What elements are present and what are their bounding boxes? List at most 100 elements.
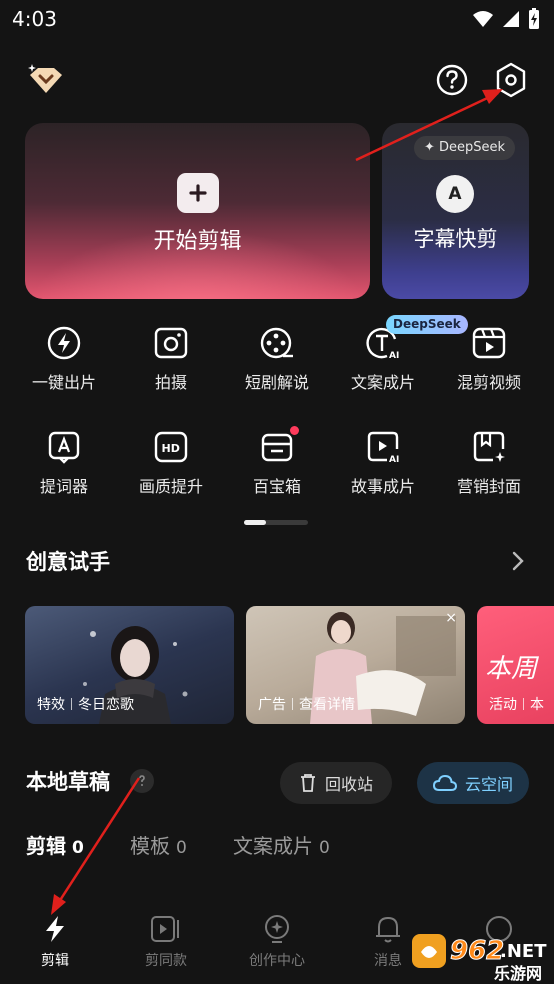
banner-tag-title: 冬日恋歌 bbox=[78, 697, 134, 713]
deepseek-pill: ✦ DeepSeek bbox=[414, 136, 516, 160]
banner-tag-title: 本 bbox=[530, 697, 544, 713]
trash-icon bbox=[300, 774, 315, 792]
cloud-icon bbox=[432, 774, 457, 791]
subtitle-a-icon: A bbox=[436, 175, 474, 213]
recycle-bin-label: 回收站 bbox=[324, 775, 373, 794]
film-reel-icon bbox=[260, 327, 293, 359]
tool-one-click[interactable]: 一键出片 bbox=[9, 325, 119, 393]
banner-close-icon[interactable]: × bbox=[445, 610, 457, 626]
subtitle-quick-edit-label: 字幕快剪 bbox=[413, 227, 498, 251]
nav-same-template[interactable]: 剪同款 bbox=[116, 914, 216, 970]
subtitle-quick-edit-card[interactable]: ✦ DeepSeek A 字幕快剪 bbox=[382, 123, 529, 299]
banner-tag: 特效 冬日恋歌 bbox=[37, 694, 134, 714]
drafts-help-icon[interactable] bbox=[130, 769, 154, 793]
tool-mix-video[interactable]: 混剪视频 bbox=[434, 325, 544, 393]
tab-text-video[interactable]: 文案成片 0 bbox=[233, 830, 330, 859]
tool-label: 拍摄 bbox=[154, 373, 187, 392]
pager-active bbox=[244, 520, 266, 525]
plus-icon bbox=[177, 173, 219, 213]
banner-tag-type: 活动 bbox=[489, 697, 517, 713]
battery-icon bbox=[529, 8, 539, 29]
vip-diamond-icon[interactable] bbox=[26, 60, 66, 100]
watermark-suffix: .NET bbox=[500, 941, 547, 962]
toolbox-icon bbox=[261, 433, 293, 462]
settings-gear-icon[interactable] bbox=[492, 60, 530, 100]
svg-text:HD: HD bbox=[162, 442, 180, 455]
teleprompter-icon bbox=[48, 431, 80, 464]
watermark-sub: 乐游网 bbox=[494, 964, 542, 983]
video-clip-icon bbox=[472, 327, 506, 359]
signal-icon bbox=[503, 11, 519, 27]
tab-label: 文案成片 bbox=[233, 834, 313, 858]
tool-toolbox[interactable]: 百宝箱 bbox=[222, 429, 332, 497]
tool-teleprompter[interactable]: 提词器 bbox=[9, 429, 119, 497]
tool-quality-boost[interactable]: HD 画质提升 bbox=[116, 429, 226, 497]
tool-label: 故事成片 bbox=[350, 477, 415, 496]
tool-label: 文案成片 bbox=[350, 373, 415, 392]
tab-count: 0 bbox=[176, 838, 187, 858]
cloud-space-button[interactable]: 云空间 bbox=[417, 762, 529, 804]
start-editing-card[interactable]: 开始剪辑 bbox=[25, 123, 370, 299]
tool-camera[interactable]: 拍摄 bbox=[116, 325, 226, 393]
lightning-circle-icon bbox=[47, 326, 81, 360]
tool-label: 短剧解说 bbox=[244, 373, 309, 392]
tool-label: 一键出片 bbox=[31, 373, 96, 392]
tool-short-drama[interactable]: 短剧解说 bbox=[222, 325, 332, 393]
tool-label: 营销封面 bbox=[456, 477, 521, 496]
banner-winter-effect[interactable]: 特效 冬日恋歌 bbox=[25, 606, 234, 724]
local-drafts-title: 本地草稿 bbox=[26, 770, 110, 794]
tab-count: 0 bbox=[72, 838, 84, 858]
banner-tag: 广告 查看详情 bbox=[258, 694, 355, 714]
status-icons bbox=[472, 8, 540, 30]
banner-tag-type: 特效 bbox=[37, 697, 65, 713]
tool-label: 画质提升 bbox=[138, 477, 203, 496]
cover-icon bbox=[473, 431, 505, 462]
tool-story-video[interactable]: AI 故事成片 bbox=[328, 429, 438, 497]
banner-tag-type: 广告 bbox=[258, 697, 286, 713]
tab-template[interactable]: 模板 0 bbox=[130, 830, 187, 859]
tool-label: 混剪视频 bbox=[456, 373, 521, 392]
deepseek-pill-label: DeepSeek bbox=[439, 140, 506, 155]
site-watermark: 962 .NET 乐游网 bbox=[410, 930, 554, 984]
nav-edit[interactable]: 剪辑 bbox=[5, 914, 105, 970]
banner-tag-title: 查看详情 bbox=[299, 697, 355, 713]
tab-label: 模板 bbox=[130, 834, 170, 858]
tab-label: 剪辑 bbox=[26, 834, 66, 858]
bulb-icon bbox=[265, 915, 289, 943]
deepseek-badge: DeepSeek bbox=[386, 315, 468, 334]
notification-dot bbox=[290, 426, 299, 435]
start-editing-label: 开始剪辑 bbox=[153, 229, 242, 254]
tab-edit[interactable]: 剪辑 0 bbox=[26, 830, 84, 859]
help-icon[interactable] bbox=[434, 62, 470, 98]
bolt-icon bbox=[46, 916, 64, 942]
nav-label: 剪辑 bbox=[41, 953, 69, 969]
tool-text-to-video[interactable]: AI 文案成片 bbox=[328, 325, 438, 393]
recycle-bin-button[interactable]: 回收站 bbox=[280, 762, 392, 804]
banner-ad[interactable]: × 广告 查看详情 bbox=[246, 606, 465, 724]
svg-text:AI: AI bbox=[389, 455, 399, 465]
banner-tag: 活动本 bbox=[489, 694, 544, 714]
hd-icon: HD bbox=[154, 431, 188, 463]
cloud-space-label: 云空间 bbox=[464, 775, 513, 794]
sparkle-icon: ✦ bbox=[424, 140, 440, 155]
chevron-right-icon[interactable] bbox=[508, 550, 528, 572]
bell-icon bbox=[376, 916, 400, 943]
banner-overlay-text: 本周 bbox=[485, 654, 538, 684]
svg-text:AI: AI bbox=[389, 351, 399, 361]
watermark-number: 962 bbox=[450, 936, 504, 966]
tool-pager bbox=[244, 520, 308, 525]
template-video-icon bbox=[151, 916, 179, 942]
camera-icon bbox=[154, 327, 188, 359]
nav-label: 剪同款 bbox=[145, 953, 187, 969]
wifi-icon bbox=[473, 11, 493, 27]
status-bar: 4:03 bbox=[0, 0, 554, 40]
tool-marketing-cover[interactable]: 营销封面 bbox=[434, 429, 544, 497]
nav-creation-center[interactable]: 创作中心 bbox=[227, 914, 327, 970]
tool-label: 百宝箱 bbox=[252, 477, 301, 496]
creative-title: 创意试手 bbox=[26, 550, 110, 574]
banner-activity[interactable]: 本周 活动本 bbox=[477, 606, 554, 724]
story-ai-icon: AI bbox=[367, 431, 399, 465]
status-time: 4:03 bbox=[12, 7, 57, 31]
tab-count: 0 bbox=[319, 838, 330, 858]
tool-label: 提词器 bbox=[39, 477, 88, 496]
